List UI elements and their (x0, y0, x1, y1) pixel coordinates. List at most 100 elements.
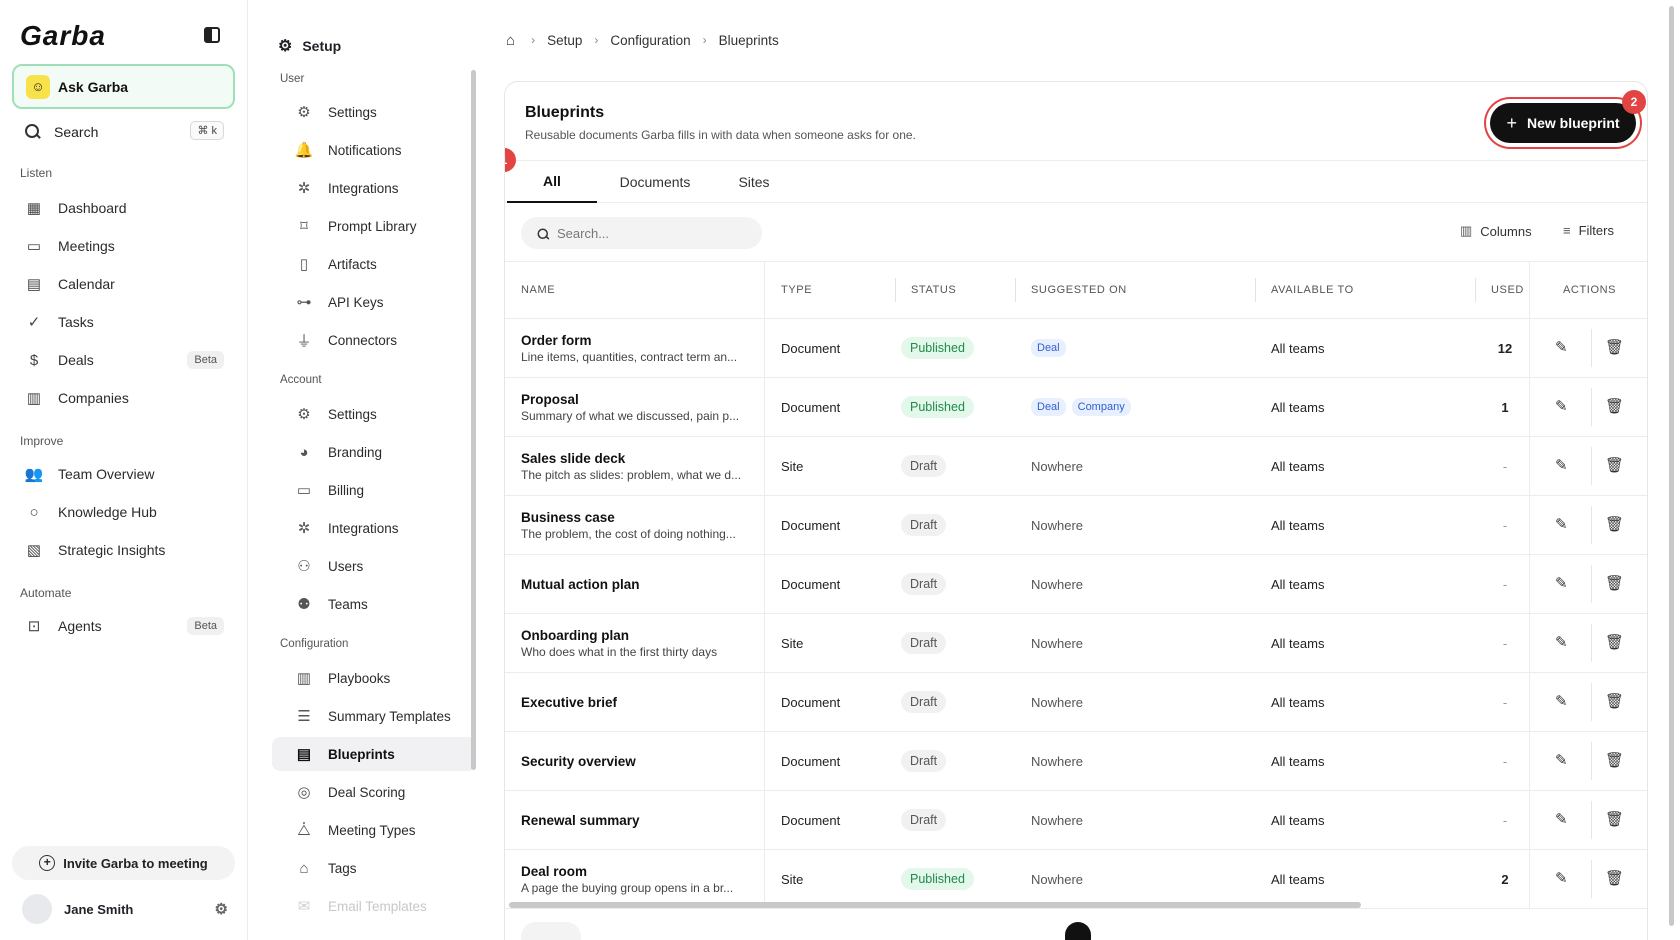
blueprint-name-cell[interactable]: Renewal summary (521, 791, 749, 849)
sidebar-item-tasks[interactable]: ✓ Tasks (24, 309, 224, 335)
breadcrumb-setup[interactable]: Setup (547, 33, 582, 48)
setup-item-users[interactable]: ⚇ Users (272, 549, 476, 583)
blueprint-name-cell[interactable]: Deal room A page the buying group opens … (521, 850, 749, 908)
setup-item-account-settings[interactable]: ⚙ Settings (272, 397, 476, 431)
ask-garba-button[interactable]: ☺ Ask Garba (12, 64, 235, 109)
blueprint-search-input[interactable]: Search... (521, 217, 762, 249)
home-icon[interactable]: ⌂ (506, 32, 515, 49)
tab-sites[interactable]: Sites (719, 161, 789, 203)
edit-pencil-icon[interactable]: ✎ (1555, 397, 1568, 415)
blueprint-name-cell[interactable]: Security overview (521, 732, 749, 790)
user-profile[interactable]: Jane Smith ⚙ (22, 894, 228, 924)
edit-pencil-icon[interactable]: ✎ (1555, 810, 1568, 828)
trash-icon[interactable]: 🗑 (1605, 515, 1624, 533)
blueprint-name-cell[interactable]: Sales slide deck The pitch as slides: pr… (521, 437, 749, 495)
blueprint-name-cell[interactable]: Order form Line items, quantities, contr… (521, 319, 749, 377)
sidebar-item-calendar[interactable]: ▤ Calendar (24, 271, 224, 297)
edit-pencil-icon[interactable]: ✎ (1555, 692, 1568, 710)
used-count: 1 (1501, 399, 1509, 415)
table-row[interactable]: Security overview Document Draft Nowhere… (505, 732, 1647, 791)
breadcrumb-configuration[interactable]: Configuration (610, 33, 690, 48)
trash-icon[interactable]: 🗑 (1605, 574, 1624, 592)
setup-item-email-templates[interactable]: ✉ Email Templates (272, 889, 476, 923)
table-row[interactable]: Sales slide deck The pitch as slides: pr… (505, 437, 1647, 496)
section-listen: Listen (20, 166, 53, 180)
table-row[interactable]: Executive brief Document Draft Nowhere A… (505, 673, 1647, 732)
table-row[interactable]: Proposal Summary of what we discussed, p… (505, 378, 1647, 437)
edit-pencil-icon[interactable]: ✎ (1555, 338, 1568, 356)
column-header-suggested-on[interactable]: SUGGESTED ON (1031, 262, 1127, 318)
table-row[interactable]: Mutual action plan Document Draft Nowher… (505, 555, 1647, 614)
trash-icon[interactable]: 🗑 (1605, 633, 1624, 651)
setup-item-blueprints[interactable]: ▤ Blueprints (272, 737, 476, 771)
trash-icon[interactable]: 🗑 (1605, 338, 1624, 356)
table-row[interactable]: Onboarding plan Who does what in the fir… (505, 614, 1647, 673)
search-shortcut: ⌘ k (190, 121, 224, 140)
setup-item-connectors[interactable]: ⏚ Connectors (272, 323, 476, 357)
edit-pencil-icon[interactable]: ✎ (1555, 869, 1568, 887)
sidebar-item-agents[interactable]: ⊡ Agents Beta (24, 613, 224, 639)
setup-item-notifications[interactable]: 🔔 Notifications (272, 133, 476, 167)
sidebar-item-meetings[interactable]: ▭ Meetings (24, 233, 224, 259)
sidebar-item-knowledge-hub[interactable]: ○ Knowledge Hub (24, 499, 224, 525)
invite-garba-button[interactable]: + Invite Garba to meeting (12, 846, 235, 880)
column-header-available-to[interactable]: AVAILABLE TO (1271, 262, 1354, 318)
trash-icon[interactable]: 🗑 (1605, 810, 1624, 828)
new-blueprint-button[interactable]: + New blueprint (1490, 103, 1636, 143)
blueprint-name-cell[interactable]: Mutual action plan (521, 555, 749, 613)
sidebar-search[interactable]: Search ⌘ k (24, 120, 224, 144)
edit-pencil-icon[interactable]: ✎ (1555, 515, 1568, 533)
horizontal-scrollbar[interactable] (509, 902, 1361, 908)
setup-item-artifacts[interactable]: ▯ Artifacts (272, 247, 476, 281)
setup-item-meeting-types[interactable]: ⧊ Meeting Types (272, 813, 476, 847)
page-size-select[interactable] (521, 922, 581, 940)
setup-item-deal-scoring[interactable]: ◎ Deal Scoring (272, 775, 476, 809)
columns-button[interactable]: ▥ Columns (1460, 223, 1532, 239)
pagination-current-page[interactable] (1065, 922, 1091, 940)
trash-icon[interactable]: 🗑 (1605, 692, 1624, 710)
edit-pencil-icon[interactable]: ✎ (1555, 574, 1568, 592)
setup-item-billing[interactable]: ▭ Billing (272, 473, 476, 507)
trash-icon[interactable]: 🗑 (1605, 397, 1624, 415)
page-scrollbar[interactable] (1668, 0, 1676, 940)
column-header-status[interactable]: STATUS (911, 262, 956, 318)
setup-item-user-settings[interactable]: ⚙ Settings (272, 95, 476, 129)
sidebar-item-strategic-insights[interactable]: ▧ Strategic Insights (24, 537, 224, 563)
setup-item-user-integrations[interactable]: ✲ Integrations (272, 171, 476, 205)
setup-item-tags[interactable]: ⌂ Tags (272, 851, 476, 885)
setup-scrollbar[interactable] (471, 70, 476, 770)
blueprint-name-cell[interactable]: Onboarding plan Who does what in the fir… (521, 614, 749, 672)
setup-item-teams[interactable]: ⚉ Teams (272, 587, 476, 621)
setup-item-playbooks[interactable]: ▥ Playbooks (272, 661, 476, 695)
column-header-type[interactable]: TYPE (781, 262, 812, 318)
table-row[interactable]: Deal room A page the buying group opens … (505, 850, 1647, 909)
setup-item-api-keys[interactable]: ⊶ API Keys (272, 285, 476, 319)
edit-pencil-icon[interactable]: ✎ (1555, 456, 1568, 474)
sidebar-item-deals[interactable]: $ Deals Beta (24, 347, 224, 373)
gear-icon[interactable]: ⚙ (215, 900, 228, 918)
table-row[interactable]: Order form Line items, quantities, contr… (505, 319, 1647, 378)
setup-item-account-integrations[interactable]: ✲ Integrations (272, 511, 476, 545)
blueprint-name-cell[interactable]: Proposal Summary of what we discussed, p… (521, 378, 749, 436)
setup-item-prompt-library[interactable]: ⌑ Prompt Library (272, 209, 476, 243)
sidebar-item-dashboard[interactable]: ▦ Dashboard (24, 195, 224, 221)
trash-icon[interactable]: 🗑 (1605, 456, 1624, 474)
tab-documents[interactable]: Documents (605, 161, 705, 203)
edit-pencil-icon[interactable]: ✎ (1555, 751, 1568, 769)
table-row[interactable]: Business case The problem, the cost of d… (505, 496, 1647, 555)
sidebar-item-team-overview[interactable]: 👥 Team Overview (24, 461, 224, 487)
edit-pencil-icon[interactable]: ✎ (1555, 633, 1568, 651)
blueprint-name-cell[interactable]: Business case The problem, the cost of d… (521, 496, 749, 554)
column-header-name[interactable]: NAME (521, 262, 555, 318)
table-row[interactable]: Renewal summary Document Draft Nowhere A… (505, 791, 1647, 850)
tab-all[interactable]: All (507, 161, 597, 203)
trash-icon[interactable]: 🗑 (1605, 869, 1624, 887)
column-header-used[interactable]: USED (1491, 262, 1524, 318)
filters-button[interactable]: ≡ Filters (1563, 223, 1614, 238)
blueprint-name-cell[interactable]: Executive brief (521, 673, 749, 731)
sidebar-item-companies[interactable]: ▥ Companies (24, 385, 224, 411)
collapse-sidebar-icon[interactable] (204, 27, 220, 43)
setup-item-branding[interactable]: ◕ Branding (272, 435, 476, 469)
trash-icon[interactable]: 🗑 (1605, 751, 1624, 769)
setup-item-summary-templates[interactable]: ☰ Summary Templates (272, 699, 476, 733)
